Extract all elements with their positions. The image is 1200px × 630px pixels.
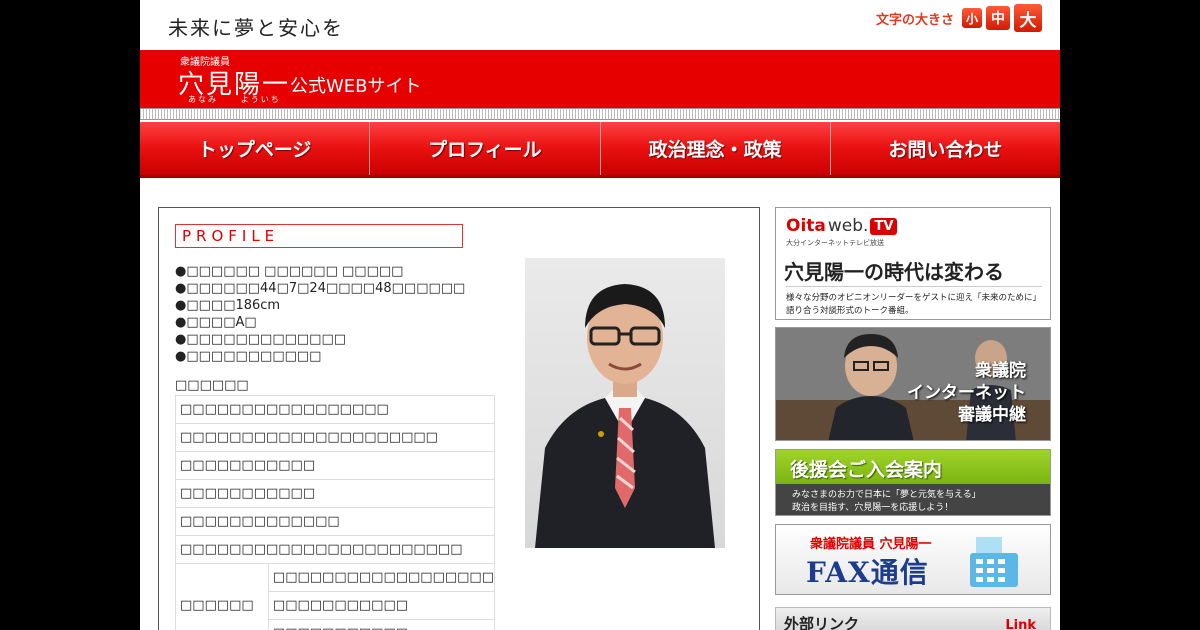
font-size-small-button[interactable]: 小 [962,8,982,28]
font-size-control: 文字の大きさ 小 中 大 [876,4,1042,32]
profile-panel: PROFILE ●□□□□□□ □□□□□□ □□□□□ ●□□□□□□44□7… [158,207,760,630]
nav-item-top[interactable]: トップページ [140,122,371,175]
font-size-label: 文字の大きさ [875,12,954,28]
koenkai-title: 後援会ご入会案内 [790,459,943,481]
nav-item-policy[interactable]: 政治理念・政策 [601,122,831,175]
table-row: □□□□□□□□□□□ [175,451,495,480]
career-table: □□□□□□□□□□□□□□□□□ □□□□□□□□□□□□□□□□□□□□□ … [175,395,496,630]
site-tagline: 未来に夢と安心を [168,16,344,40]
main-nav: トップページ プロフィール 政治理念・政策 お問い合わせ [140,122,1060,178]
table-cell: □□□□□□□□□□□ [267,591,496,620]
banner-stripe [140,108,1060,120]
fax-title: FAX通信 [806,556,929,589]
site-banner[interactable]: 衆議院議員 穴見陽一 あなみ よういち 公式WEBサイト [140,50,1060,108]
table-cell: □□□□□□□□□□□□□ [175,507,495,536]
external-links-title: 外部リンク [784,615,860,630]
banner-ruby: あなみ よういち [188,94,281,105]
koenkai-desc-1: みなさまのお力で日本に「夢と元気を与える」 [792,490,981,500]
diet-internet-broadcast-banner[interactable]: 衆議院 インターネット 審議中継 [775,327,1051,441]
table-group-label: □□□□□□ [175,563,269,630]
table-cell: □□□□□□□□□□□ [175,451,495,480]
profile-bullet: ●□□□□□□□□□□□□□ [175,332,347,347]
oita-logo: Oita web. TV [786,216,898,236]
fax-icon [970,537,1018,587]
portrait-illustration [535,284,715,548]
table-row: □□□□□□□□□□□□□□□□□□□□□ [175,423,495,452]
koenkai-banner[interactable]: 後援会ご入会案内 みなさまのお力で日本に「夢と元気を与える」 政治を目指す、穴見… [775,449,1051,516]
oita-title: 穴見陽一の時代は変わる [784,260,1004,284]
oita-web-tv-banner[interactable]: Oita web. TV 大分インターネットテレビ放送 穴見陽一の時代は変わる … [775,207,1051,320]
career-heading: □□□□□□ [175,378,249,393]
profile-bullet: ●□□□□A□ [175,315,257,330]
profile-heading: PROFILE [175,224,463,248]
profile-bullet: ●□□□□□□ □□□□□□ □□□□□ [175,264,404,279]
font-size-medium-button[interactable]: 中 [986,6,1010,30]
table-row: □□□□□□ □□□□□□□□□□□□□□□□□□ [175,563,496,630]
oita-logo-tv: TV [870,217,898,235]
oita-desc-2: 語り合う対談形式のトーク番組。 [786,306,914,316]
ruby-second: よういち [240,95,281,104]
oita-logo-mid: web. [827,216,869,236]
oita-desc-1: 様々な分野のオピニオンリーダーをゲストに迎え「未来のために」 [786,293,1042,303]
profile-bullet: ●□□□□□□44□7□24□□□□48□□□□□□ [175,281,466,296]
diet-line-3: 審議中継 [958,405,1026,425]
koenkai-desc-2: 政治を目指す、穴見陽一を応援しよう！ [792,503,954,513]
fax-banner[interactable]: 衆議院議員 穴見陽一 FAX通信 [775,524,1051,595]
oita-logo-left: Oita [786,216,826,236]
table-cell: □□□□□□□□□□□□□□□□□□□□□□□ [175,535,495,564]
profile-photo [525,258,725,548]
banner-site-title: 公式WEBサイト [290,76,422,97]
font-size-large-button[interactable]: 大 [1014,4,1042,32]
ruby-first: あなみ [188,95,218,104]
page: 未来に夢と安心を 文字の大きさ 小 中 大 衆議院議員 穴見陽一 あなみ ようい… [140,0,1060,630]
divider [786,286,1042,287]
table-cell: □□□□□□□□□□□□□□□□□ [175,395,495,424]
external-links-header: 外部リンク Link [775,607,1051,630]
profile-bullet: ●□□□□□□□□□□□ [175,349,322,364]
nav-item-profile[interactable]: プロフィール [370,122,601,175]
profile-bullet: ●□□□□186cm [175,298,281,313]
table-cell: □□□□□□□□□□□□□□□□□□ [267,563,496,592]
fax-role: 衆議院議員 穴見陽一 [810,537,932,552]
oita-logo-sub: 大分インターネットテレビ放送 [786,239,884,247]
table-row: □□□□□□□□□□□□□ [175,507,495,536]
external-links-tag: Link [1005,618,1036,630]
table-row: □□□□□□□□□□□□□□□□□□□□□□□ [175,535,495,564]
table-row: □□□□□□□□□□□□□□□□□ [175,395,495,424]
table-cell: □□□□□□□□□□□ [175,479,495,508]
table-cell: □□□□□□□□□□□□□□□□□□□□□ [175,423,495,452]
table-cell: □□□□□□□□□□□ [267,619,496,630]
nav-item-contact[interactable]: お問い合わせ [831,122,1060,175]
profile-bullets: ●□□□□□□ □□□□□□ □□□□□ ●□□□□□□44□7□24□□□□4… [175,263,465,365]
table-row: □□□□□□□□□□□ [175,479,495,508]
